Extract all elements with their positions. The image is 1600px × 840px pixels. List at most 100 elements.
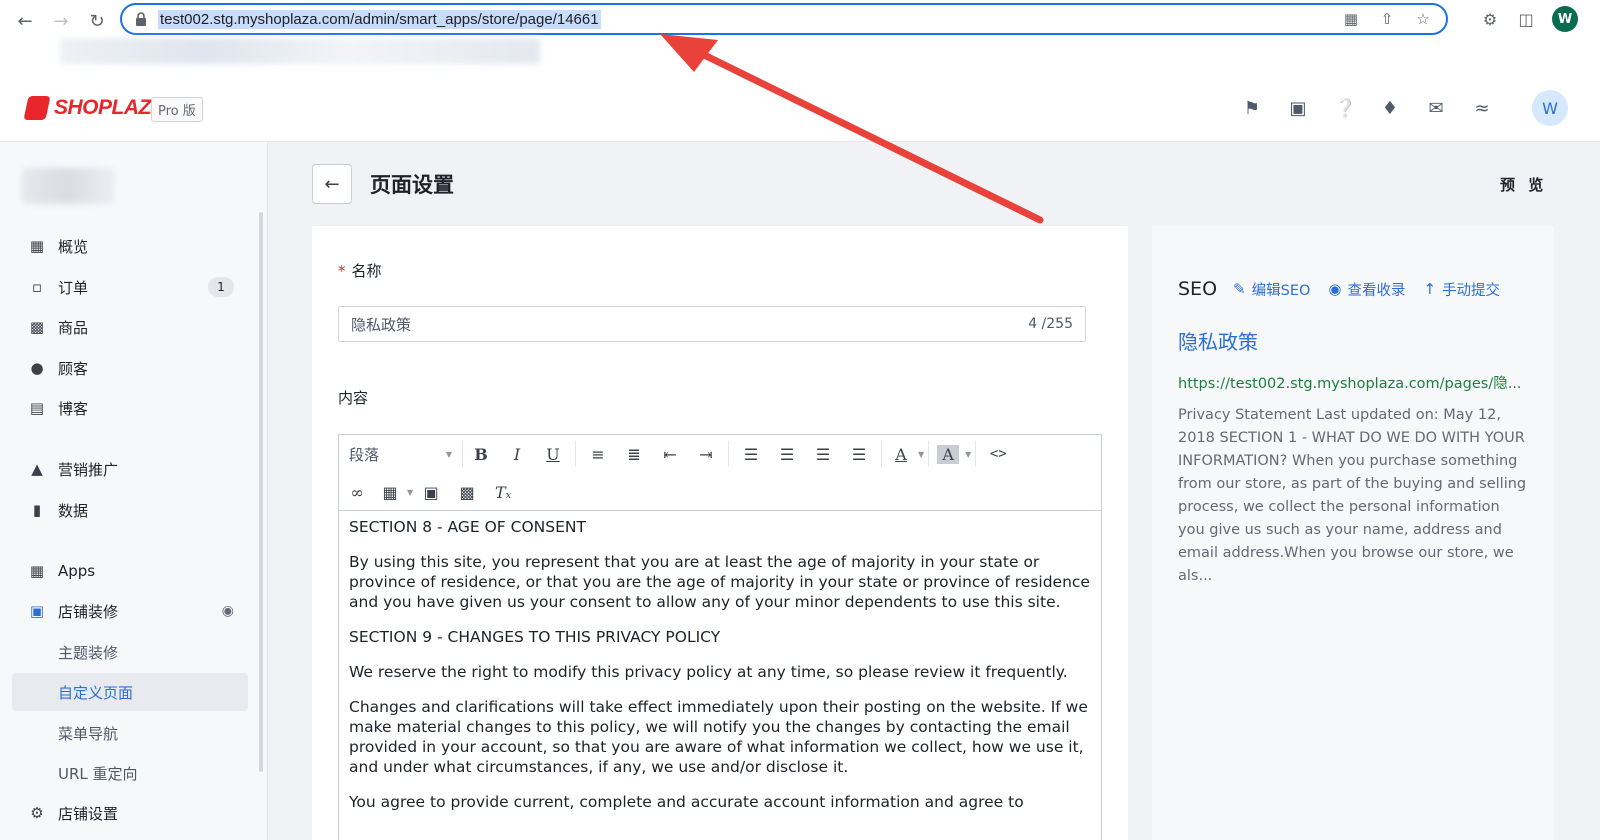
sidebar-item-label: 店铺装修 [58, 602, 119, 621]
user-avatar[interactable]: W [1532, 90, 1568, 126]
numbered-list-icon[interactable]: ≣ [616, 445, 652, 464]
store-icon[interactable]: ▣ [1288, 98, 1308, 119]
link-icon[interactable]: ∞ [339, 483, 375, 502]
sidebar-item-store-settings[interactable]: ⚙ 店铺设置 [12, 794, 248, 832]
back-arrow-icon[interactable]: ← [12, 8, 38, 34]
source-code-icon[interactable]: <> [980, 446, 1016, 462]
side-panel-icon[interactable]: ◫ [1516, 10, 1536, 29]
chevron-down-icon[interactable]: ▼ [965, 450, 971, 459]
font-color-icon[interactable]: A [886, 445, 916, 464]
omnibox-actions: ▦ ⇧ ☆ [1342, 10, 1432, 28]
reload-icon[interactable]: ↻ [84, 8, 110, 34]
extensions-puzzle-icon[interactable]: ⚙ [1480, 10, 1500, 29]
paragraph-format-value: 段落 [349, 445, 380, 464]
bold-icon[interactable]: B [463, 445, 499, 464]
marketing-icon: ▲ [31, 460, 43, 478]
align-justify-icon[interactable]: ☰ [841, 445, 877, 464]
bookmark-star-icon[interactable]: ☆ [1414, 10, 1432, 28]
sidebar-item-url-redirect[interactable]: URL 重定向 [12, 754, 248, 792]
clear-format-icon[interactable]: Tₓ [485, 483, 521, 502]
required-mark: * [338, 262, 346, 280]
name-input[interactable]: 隐私政策 4 /255 [338, 306, 1086, 342]
seo-page-url: https://test002.stg.myshoplaza.com/pages… [1178, 376, 1522, 392]
back-button[interactable]: ← [312, 164, 352, 204]
align-left-icon[interactable]: ☰ [733, 445, 769, 464]
align-right-icon[interactable]: ☰ [805, 445, 841, 464]
manual-submit-button[interactable]: ↑ 手动提交 [1423, 279, 1500, 300]
indent-icon[interactable]: ⇥ [688, 445, 724, 464]
paragraph-format-select[interactable]: 段落 ▼ [339, 441, 463, 467]
plan-badge: Pro 版 [151, 97, 203, 122]
blurred-bookmarks-bar [60, 38, 540, 64]
sidebar-item-menu-navigation[interactable]: 菜单导航 [12, 714, 248, 752]
sidebar-item-label: 商品 [58, 318, 89, 337]
eye-icon[interactable]: ◉ [222, 603, 234, 619]
sidebar-item-storefront[interactable]: ▣ 店铺装修 ◉ [12, 592, 248, 630]
blog-icon: ▤ [29, 399, 45, 417]
seo-panel: SEO ✎ 编辑SEO ◉ 查看收录 ↑ 手动提交 隐私政策 https://t… [1152, 226, 1554, 840]
apps-icon: ▦ [29, 562, 45, 580]
seo-description: Privacy Statement Last updated on: May 1… [1178, 407, 1527, 584]
view-index-label: 查看收录 [1347, 282, 1406, 299]
page-header: ← 页面设置 [312, 164, 454, 204]
sidebar-scrollbar[interactable] [259, 212, 263, 772]
sidebar-item-label: 菜单导航 [58, 724, 119, 743]
settings-icon: ⚙ [30, 804, 44, 822]
bullet-list-icon[interactable]: ≡ [580, 445, 616, 464]
align-center-icon[interactable]: ☰ [769, 445, 805, 464]
outdent-icon[interactable]: ⇤ [652, 445, 688, 464]
help-icon[interactable]: ❔ [1334, 98, 1356, 119]
name-label-text: 名称 [351, 262, 382, 280]
video-icon[interactable]: ▩ [449, 483, 485, 502]
view-index-button[interactable]: ◉ 查看收录 [1328, 279, 1405, 300]
sidebar-item-custom-pages[interactable]: 自定义页面 [12, 673, 248, 711]
table-icon[interactable]: ▦ [375, 483, 405, 502]
bell-icon[interactable]: ♦ [1380, 98, 1400, 119]
editor-content[interactable]: SECTION 8 - AGE OF CONSENT By using this… [339, 511, 1101, 833]
sidebar-item-blog[interactable]: ▤ 博客 [12, 389, 248, 427]
name-input-value: 隐私政策 [351, 315, 412, 334]
italic-icon[interactable]: I [499, 445, 535, 464]
products-icon: ▩ [29, 318, 45, 336]
back-arrow-icon: ← [324, 173, 340, 195]
sidebar-item-label: 主题装修 [58, 643, 119, 662]
flag-icon[interactable]: ⚑ [1242, 98, 1262, 119]
toolbar-divider [881, 441, 882, 467]
seo-page-title[interactable]: 隐私政策 [1178, 326, 1258, 355]
translate-icon[interactable]: ▦ [1342, 10, 1360, 28]
page-title: 页面设置 [370, 173, 454, 197]
chevron-down-icon[interactable]: ▼ [918, 450, 924, 459]
chat-icon[interactable]: ✉ [1426, 98, 1446, 119]
sidebar-item-orders[interactable]: ▫ 订单 1 [12, 268, 248, 306]
toolbar-divider [928, 441, 930, 467]
editor-paragraph: SECTION 9 - CHANGES TO THIS PRIVACY POLI… [349, 628, 721, 646]
toolbar-divider [575, 441, 576, 467]
sidebar-item-customers[interactable]: ● 顾客 [12, 349, 248, 387]
preview-button[interactable]: 预 览 [1500, 174, 1547, 195]
image-icon[interactable]: ▣ [413, 483, 449, 502]
sidebar-item-label: 店铺设置 [58, 804, 119, 823]
browser-profile-avatar[interactable]: W [1552, 6, 1578, 32]
sidebar-item-overview[interactable]: ▦ 概览 [12, 227, 248, 265]
sidebar-item-label: 顾客 [58, 359, 89, 378]
wifi-icon[interactable]: ≈ [1472, 98, 1492, 119]
sidebar-item-apps[interactable]: ▦ Apps [12, 552, 248, 590]
toolbar-row-2: ∞ ▦ ▼ ▣ ▩ Tₓ [339, 473, 521, 511]
orders-icon: ▫ [31, 278, 43, 296]
sidebar-item-products[interactable]: ▩ 商品 [12, 308, 248, 346]
eye-icon: ◉ [1328, 280, 1342, 298]
editor-paragraph: Changes and clarifications will take eff… [349, 698, 1088, 776]
editor-toolbar: 段落 ▼ B I U ≡ ≣ ⇤ ⇥ ☰ ☰ ☰ ☰ A ▼ A ▼ <> ∞ … [339, 435, 1101, 511]
editor-paragraph: We reserve the right to modify this priv… [349, 663, 1068, 681]
share-icon[interactable]: ⇧ [1378, 10, 1396, 28]
sidebar-item-analytics[interactable]: ▮ 数据 [12, 491, 248, 529]
sidebar-item-marketing[interactable]: ▲ 营销推广 [12, 450, 248, 488]
underline-icon[interactable]: U [535, 445, 571, 464]
sidebar-item-theme[interactable]: 主题装修 [12, 633, 248, 671]
forward-arrow-icon[interactable]: → [48, 8, 74, 34]
edit-seo-button[interactable]: ✎ 编辑SEO [1233, 279, 1310, 300]
url-text[interactable]: test002.stg.myshoplaza.com/admin/smart_a… [158, 9, 601, 29]
address-bar[interactable]: test002.stg.myshoplaza.com/admin/smart_a… [120, 3, 1448, 35]
background-color-icon[interactable]: A [937, 444, 960, 464]
app-header: SHOPLAZZA Pro 版 ⚑ ▣ ❔ ♦ ✉ ≈ W [0, 76, 1600, 142]
